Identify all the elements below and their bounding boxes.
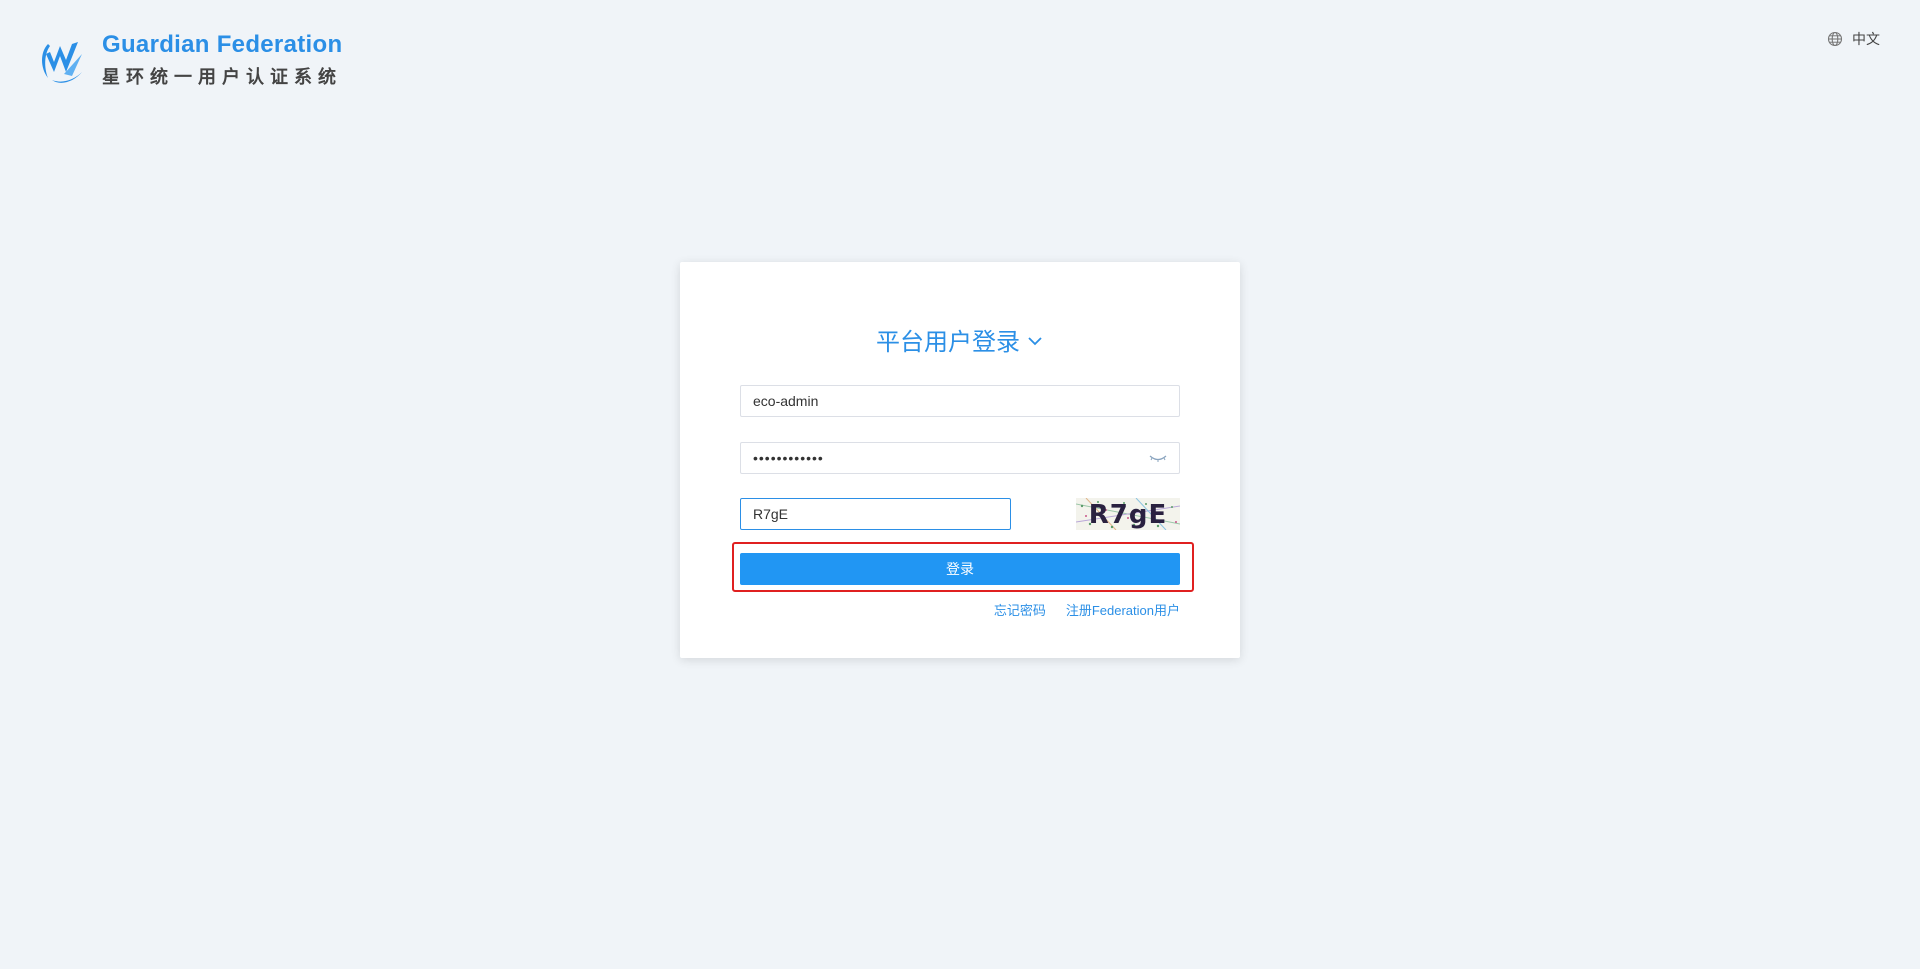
forgot-password-link[interactable]: 忘记密码 — [994, 600, 1046, 619]
language-label: 中文 — [1852, 31, 1880, 47]
login-links: 忘记密码 注册Federation用户 — [994, 600, 1180, 619]
captcha-text: R7gE — [1089, 500, 1167, 530]
brand-logo: Guardian Federation 星环统一用户认证系统 — [38, 30, 342, 90]
register-link[interactable]: 注册Federation用户 — [1066, 600, 1180, 619]
globe-icon — [1827, 31, 1843, 47]
captcha-field[interactable] — [740, 498, 1011, 530]
password-field[interactable]: •••••••••••• — [740, 442, 1180, 474]
eye-closed-icon[interactable] — [1149, 452, 1167, 464]
guardian-logo-icon — [42, 42, 82, 83]
login-card: 平台用户登录 •••••••••••• — [680, 262, 1240, 658]
chevron-down-icon — [1028, 337, 1042, 346]
username-field[interactable] — [740, 385, 1180, 417]
password-input[interactable]: •••••••••••• — [753, 450, 1143, 466]
login-button[interactable]: 登录 — [740, 553, 1180, 585]
captcha-input[interactable] — [753, 499, 998, 529]
login-title: 平台用户登录 — [876, 329, 1020, 356]
login-type-selector[interactable]: 平台用户登录 — [680, 322, 1240, 357]
login-page: Guardian Federation 星环统一用户认证系统 中文 平台用户登录… — [0, 0, 1920, 969]
language-switch[interactable]: 中文 — [1827, 29, 1880, 49]
brand-title: Guardian Federation — [102, 31, 343, 58]
username-input[interactable] — [753, 386, 1167, 416]
captcha-image[interactable]: R7gE — [1076, 498, 1180, 530]
brand-subtitle: 星环统一用户认证系统 — [102, 67, 342, 87]
